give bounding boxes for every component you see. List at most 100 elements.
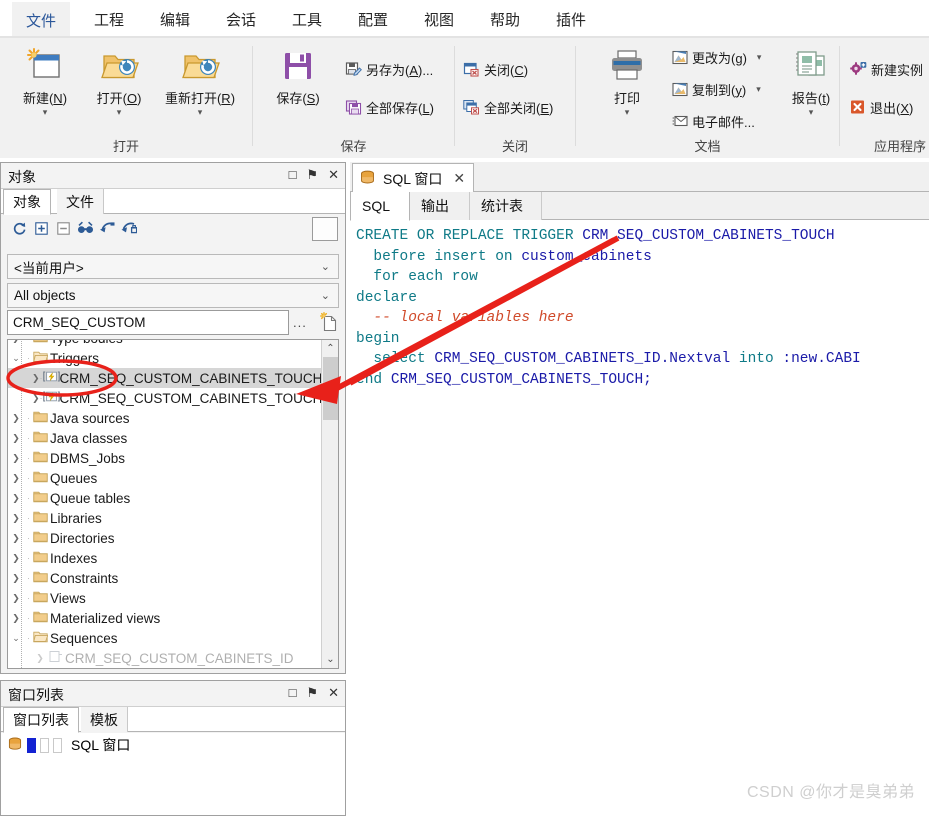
sql-code-text[interactable]: CREATE OR REPLACE TRIGGER CRM_SEQ_CUSTOM… [350,221,929,818]
refresh-icon[interactable] [9,218,29,238]
chevron-down-icon[interactable]: ▾ [8,108,82,117]
ribbon-button-3-1[interactable]: 报告(t) ▾ [774,44,848,117]
ribbon-small-button-2-0[interactable]: 关闭(C) [463,58,528,80]
ribbon-small-button-4-0[interactable]: 新建实例 [850,58,923,80]
menu-tab-5[interactable]: 配置 [344,0,402,38]
chevron-right-icon[interactable]: ❯ [8,493,24,504]
object-tree[interactable]: ❯· Type bodies⌄· Triggers❯· CRM_SEQ_CUST… [7,339,339,669]
tree-row[interactable]: ❯ · CRM_SEQ_CUSTOM_CABINETS_TOUCH2 [8,388,330,408]
chevron-right-icon[interactable]: ❯ [8,453,24,464]
menu-tab-4[interactable]: 工具 [278,0,336,38]
chevron-right-icon[interactable]: ❯ [8,473,24,484]
tree-row[interactable]: ❯ · Constraints [8,568,321,588]
tree-row[interactable]: ❯ · Java sources [8,408,321,428]
tree-row[interactable]: ❯ · Java classes [8,428,321,448]
toolbar-panel-toggle[interactable] [312,217,338,241]
ribbon-button-0-2[interactable]: 重新打开(R) ▾ [152,44,248,117]
chevron-down-icon[interactable]: ▾ [756,84,761,95]
object-tree-scrollbar[interactable]: ⌃ ⌄ [321,340,338,668]
chevron-right-icon[interactable]: ❯ [8,593,24,604]
close-icon[interactable]: ✕ [453,170,465,187]
expand-all-icon[interactable] [31,218,51,238]
pin-icon[interactable]: ⚑ [306,166,318,184]
chevron-right-icon[interactable]: ❯ [8,573,24,584]
menu-tab-8[interactable]: 插件 [542,0,600,38]
chevron-right-icon[interactable]: ❯ [32,653,48,664]
chevron-down-icon[interactable]: ▾ [774,108,848,117]
tree-row[interactable]: ❯ · Libraries [8,508,321,528]
tree-row[interactable]: ⌄ · Sequences [8,628,321,648]
code-token: for each row [356,269,478,285]
list-item[interactable]: SQL 窗口 [1,733,345,757]
close-icon[interactable]: ✕ [328,684,339,702]
new-document-icon[interactable] [319,312,338,335]
chevron-down-icon[interactable]: ▾ [590,108,664,117]
tree-row[interactable]: ❯ · Views [8,588,321,608]
chevron-right-icon[interactable]: ❯ [8,533,24,544]
ribbon-small-button-1-1[interactable]: 全部保存(L) [345,96,434,118]
maximize-icon[interactable]: □ [289,684,297,702]
maximize-icon[interactable]: □ [289,166,297,184]
chevron-right-icon[interactable]: ❯ [8,553,24,564]
filter-more-button[interactable]: ... [293,315,307,330]
tree-row[interactable]: ⌄ · Triggers [8,348,321,368]
chevron-right-icon[interactable]: ❯ [8,413,24,424]
chevron-right-icon[interactable]: ❯ [8,613,24,624]
ribbon-button-0-0[interactable]: 新建(N) ▾ [8,44,82,117]
ribbon-small-button-3-0[interactable]: 更改为(g) ▾ [672,46,761,68]
chevron-down-icon[interactable]: ⌄ [8,633,24,644]
chevron-down-icon[interactable]: ▾ [152,108,248,117]
filter-input[interactable]: CRM_SEQ_CUSTOM [7,310,289,335]
chevron-right-icon[interactable]: ❯ [32,393,40,404]
ribbon-small-button-4-1[interactable]: 退出(X) [850,96,913,118]
window-list-tab-0[interactable]: 窗口列表 [3,707,79,733]
chevron-down-icon[interactable]: ⌄ [8,353,24,364]
menu-tab-0[interactable]: 文件 [12,0,70,38]
close-icon[interactable]: ✕ [328,166,339,184]
ribbon-button-0-1[interactable]: 打开(O) ▾ [82,44,156,117]
ribbon-small-button-1-0[interactable]: 另存为(A)... [345,58,433,80]
tree-row[interactable]: ❯ · Materialized views [8,608,321,628]
next-find-icon[interactable] [119,218,139,238]
menu-tab-3[interactable]: 会话 [212,0,270,38]
tree-row[interactable]: ❯· Type bodies [8,340,321,348]
pin-icon[interactable]: ⚑ [306,684,318,702]
scrollbar-thumb[interactable] [323,357,338,420]
ribbon-small-button-2-1[interactable]: 全部关闭(E) [463,96,553,118]
find-icon[interactable] [75,218,95,238]
previous-find-icon[interactable] [97,218,117,238]
menu-tab-2[interactable]: 编辑 [146,0,204,38]
tree-row[interactable]: ❯ · Queues [8,468,321,488]
user-select[interactable]: <当前用户> ⌄ [7,254,339,279]
tree-row[interactable]: ❯ · DBMS_Jobs [8,448,321,468]
chevron-right-icon[interactable]: ❯ [8,513,24,524]
chevron-down-icon[interactable]: ▾ [757,52,762,63]
mdi-tab-sql-window[interactable]: SQL 窗口 ✕ [352,163,475,193]
tree-row[interactable]: ❯ CRM_SEQ_CUSTOM_CABINETS_ID [8,648,321,668]
object-type-select[interactable]: All objects ⌄ [7,283,339,308]
chevron-right-icon[interactable]: ❯ [8,433,24,444]
ribbon-button-3-0[interactable]: 打印 ▾ [590,44,664,117]
menu-tab-7[interactable]: 帮助 [476,0,534,38]
chevron-down-icon[interactable]: ▾ [82,108,156,117]
objects-tab-0[interactable]: 对象 [3,189,51,215]
editor-tab-0[interactable]: SQL [350,192,410,221]
tree-row[interactable]: ❯ · Directories [8,528,321,548]
ribbon-button-1-0[interactable]: 保存(S) [261,44,335,107]
menu-tab-1[interactable]: 工程 [80,0,138,38]
window-list-tab-1[interactable]: 模板 [81,707,128,732]
chevron-right-icon[interactable]: ❯ [32,373,40,384]
scroll-up-icon[interactable]: ⌃ [322,340,338,357]
editor-tab-1[interactable]: 输出 [410,192,470,220]
ribbon-small-button-3-2[interactable]: 电子邮件... [672,110,755,132]
chevron-right-icon[interactable]: ❯ [8,340,24,344]
objects-tab-1[interactable]: 文件 [57,189,104,214]
tree-row[interactable]: ❯ · Indexes [8,548,321,568]
collapse-all-icon[interactable] [53,218,73,238]
ribbon-small-button-3-1[interactable]: 复制到(y) ▾ [672,78,761,100]
tree-row[interactable]: ❯ · Queue tables [8,488,321,508]
scroll-down-icon[interactable]: ⌄ [322,651,338,668]
tree-row[interactable]: ❯ · CRM_SEQ_CUSTOM_CABINETS_TOUCH [8,368,322,388]
editor-tab-2[interactable]: 统计表 [470,192,542,220]
menu-tab-6[interactable]: 视图 [410,0,468,38]
